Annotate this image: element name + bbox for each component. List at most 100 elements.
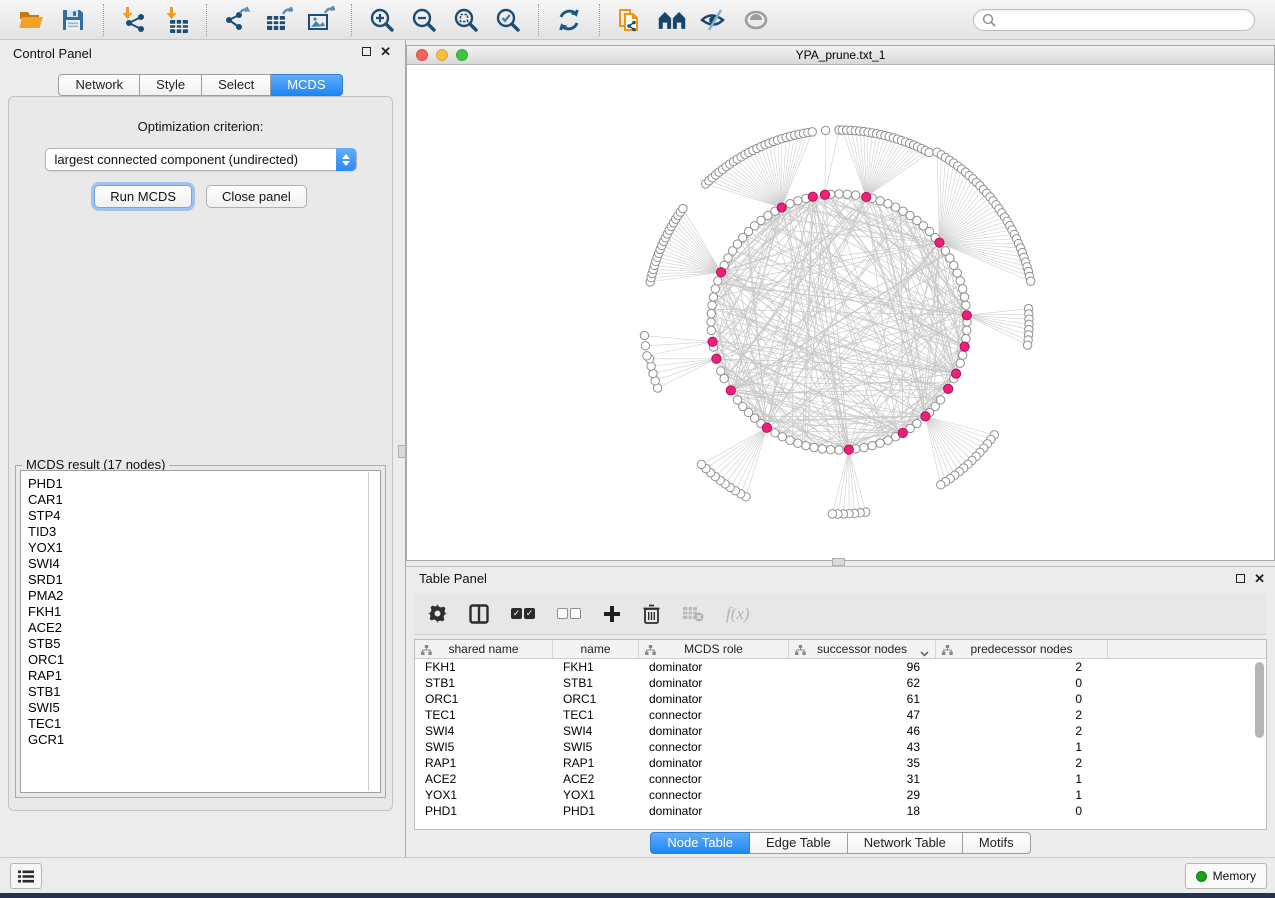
- graph-node[interactable]: [708, 301, 716, 309]
- cell-name[interactable]: STB1: [553, 675, 639, 691]
- cell-name[interactable]: TEC1: [553, 707, 639, 723]
- mcds-result-item[interactable]: STB1: [28, 684, 380, 700]
- window-maximize-icon[interactable]: [456, 49, 468, 61]
- graph-node[interactable]: [641, 342, 649, 350]
- cell-successor_nodes[interactable]: 31: [789, 771, 936, 787]
- table-row[interactable]: RAP1RAP1dominator352: [415, 755, 1266, 771]
- mcds-result-item[interactable]: RAP1: [28, 668, 380, 684]
- mcds-result-item[interactable]: SWI5: [28, 700, 380, 716]
- graph-node[interactable]: [884, 200, 892, 208]
- column-header-successor-nodes[interactable]: successor nodes: [789, 640, 936, 658]
- graph-node[interactable]: [963, 326, 971, 334]
- cell-shared_name[interactable]: STB1: [415, 675, 553, 691]
- graph-node[interactable]: [720, 374, 728, 382]
- graph-node[interactable]: [876, 197, 884, 205]
- cell-mcds_role[interactable]: connector: [639, 707, 789, 723]
- table-row[interactable]: TEC1TEC1connector472: [415, 707, 1266, 723]
- mcds-result-item[interactable]: ACE2: [28, 620, 380, 636]
- mcds-result-item[interactable]: ORC1: [28, 652, 380, 668]
- table-row[interactable]: PHD1PHD1dominator180: [415, 803, 1266, 819]
- cell-predecessor_nodes[interactable]: 2: [936, 707, 1108, 723]
- close-panel-button[interactable]: Close panel: [206, 185, 307, 208]
- mcds-node[interactable]: [820, 190, 829, 199]
- graph-node[interactable]: [826, 446, 834, 454]
- graph-node[interactable]: [956, 277, 964, 285]
- graph-node[interactable]: [835, 446, 843, 454]
- cell-mcds_role[interactable]: dominator: [639, 659, 789, 675]
- graph-node[interactable]: [960, 293, 968, 301]
- mcds-node[interactable]: [712, 354, 721, 363]
- graph-node[interactable]: [709, 293, 717, 301]
- cell-successor_nodes[interactable]: 61: [789, 691, 936, 707]
- graph-node[interactable]: [786, 200, 794, 208]
- scrollbar-thumb[interactable]: [1255, 662, 1264, 738]
- export-network-icon[interactable]: [222, 6, 252, 34]
- graph-node[interactable]: [953, 269, 961, 277]
- graph-node[interactable]: [876, 439, 884, 447]
- graph-node[interactable]: [711, 285, 719, 293]
- mcds-result-item[interactable]: FKH1: [28, 604, 380, 620]
- graph-node[interactable]: [962, 335, 970, 343]
- mcds-result-item[interactable]: PHD1: [28, 476, 380, 492]
- cell-mcds_role[interactable]: connector: [639, 739, 789, 755]
- export-table-icon[interactable]: [264, 6, 294, 34]
- graph-node[interactable]: [835, 190, 843, 198]
- graph-node[interactable]: [860, 443, 868, 451]
- cell-successor_nodes[interactable]: 47: [789, 707, 936, 723]
- cell-name[interactable]: YOX1: [553, 787, 639, 803]
- mcds-node[interactable]: [944, 384, 953, 393]
- mcds-result-item[interactable]: SRD1: [28, 572, 380, 588]
- column-header-MCDS-role[interactable]: MCDS role: [639, 640, 789, 658]
- mcds-result-item[interactable]: STP4: [28, 508, 380, 524]
- cell-successor_nodes[interactable]: 43: [789, 739, 936, 755]
- mcds-node[interactable]: [962, 311, 971, 320]
- table-row[interactable]: STB1STB1dominator620: [415, 675, 1266, 691]
- table-row[interactable]: SWI4SWI4dominator462: [415, 723, 1266, 739]
- cell-mcds_role[interactable]: connector: [639, 771, 789, 787]
- mcds-node[interactable]: [844, 445, 853, 454]
- cell-successor_nodes[interactable]: 46: [789, 723, 936, 739]
- graph-node[interactable]: [707, 318, 715, 326]
- cell-successor_nodes[interactable]: 62: [789, 675, 936, 691]
- graph-node[interactable]: [821, 126, 829, 134]
- tab-style[interactable]: Style: [140, 74, 202, 96]
- graph-node[interactable]: [714, 277, 722, 285]
- mcds-node[interactable]: [898, 428, 907, 437]
- table-scrollbar[interactable]: [1255, 662, 1264, 782]
- cell-shared_name[interactable]: ORC1: [415, 691, 553, 707]
- graph-node[interactable]: [707, 309, 715, 317]
- graph-node[interactable]: [884, 436, 892, 444]
- cell-name[interactable]: SWI5: [553, 739, 639, 755]
- apply-layout-icon[interactable]: [554, 6, 584, 34]
- graph-node[interactable]: [925, 148, 933, 156]
- clone-network-icon[interactable]: [615, 6, 645, 34]
- table-row[interactable]: ACE2ACE2connector311: [415, 771, 1266, 787]
- graph-node[interactable]: [794, 197, 802, 205]
- mcds-node[interactable]: [726, 386, 735, 395]
- mcds-node[interactable]: [862, 192, 871, 201]
- tab-edge-table[interactable]: Edge Table: [750, 832, 848, 854]
- cell-mcds_role[interactable]: dominator: [639, 803, 789, 819]
- graph-node[interactable]: [802, 441, 810, 449]
- graph-node[interactable]: [852, 191, 860, 199]
- export-image-icon[interactable]: [306, 6, 336, 34]
- mcds-node[interactable]: [952, 369, 961, 378]
- cell-successor_nodes[interactable]: 18: [789, 803, 936, 819]
- graph-node[interactable]: [962, 301, 970, 309]
- search-box[interactable]: [973, 9, 1255, 31]
- zoom-fit-icon[interactable]: [451, 6, 481, 34]
- column-header-name[interactable]: name: [553, 640, 639, 658]
- delete-icon[interactable]: [643, 602, 660, 626]
- close-panel-icon[interactable]: ✕: [1254, 574, 1265, 583]
- close-panel-icon[interactable]: ✕: [380, 47, 391, 56]
- cell-shared_name[interactable]: SWI5: [415, 739, 553, 755]
- add-icon[interactable]: [603, 602, 621, 626]
- cell-shared_name[interactable]: TEC1: [415, 707, 553, 723]
- cell-predecessor_nodes[interactable]: 2: [936, 755, 1108, 771]
- cell-name[interactable]: RAP1: [553, 755, 639, 771]
- mcds-node[interactable]: [960, 342, 969, 351]
- tab-network[interactable]: Network: [58, 74, 140, 96]
- mcds-result-item[interactable]: TID3: [28, 524, 380, 540]
- cell-mcds_role[interactable]: dominator: [639, 691, 789, 707]
- show-all-icon[interactable]: [741, 6, 771, 34]
